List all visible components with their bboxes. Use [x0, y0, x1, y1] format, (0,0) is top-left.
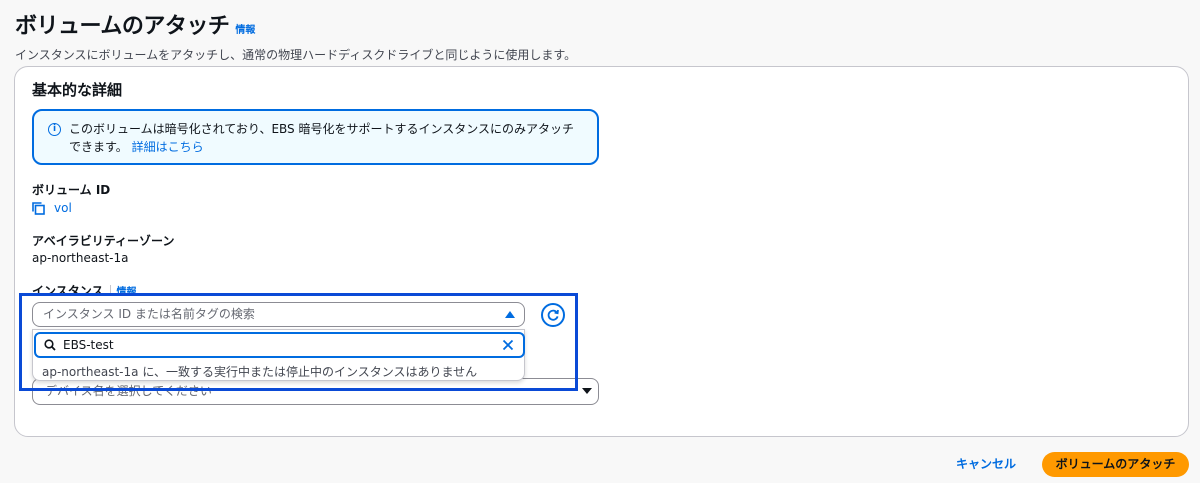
- refresh-icon: [547, 309, 559, 321]
- basic-details-panel: 基本的な詳細 i このボリュームは暗号化されており、EBS 暗号化をサポートする…: [14, 66, 1189, 437]
- instance-label-row: インスタンス 情報: [32, 282, 137, 299]
- search-value: EBS-test: [63, 338, 114, 352]
- volume-id-row: vol: [32, 201, 72, 215]
- refresh-button[interactable]: [541, 303, 565, 327]
- availability-zone-value: ap-northeast-1a: [32, 251, 129, 265]
- cancel-button[interactable]: キャンセル: [956, 455, 1016, 472]
- copy-icon[interactable]: [32, 201, 45, 215]
- attach-volume-button[interactable]: ボリュームのアタッチ: [1042, 452, 1189, 477]
- device-placeholder: デバイス名を選択してください: [45, 384, 212, 398]
- device-name-select[interactable]: デバイス名を選択してください: [32, 378, 599, 405]
- page-header: ボリュームのアタッチ 情報 インスタンスにボリュームをアタッチし、通常の物理ハー…: [15, 8, 576, 63]
- clear-icon[interactable]: [501, 338, 515, 352]
- instance-placeholder: インスタンス ID または名前タグの検索: [43, 307, 255, 321]
- page-title: ボリュームのアタッチ: [15, 14, 230, 39]
- search-icon: [44, 339, 56, 351]
- encryption-alert: i このボリュームは暗号化されており、EBS 暗号化をサポートするインスタンスに…: [32, 109, 599, 165]
- caret-down-icon: [582, 388, 592, 394]
- attach-volume-page: ボリュームのアタッチ 情報 インスタンスにボリュームをアタッチし、通常の物理ハー…: [0, 0, 1200, 483]
- alert-text-block: このボリュームは暗号化されており、EBS 暗号化をサポートするインスタンスにのみ…: [69, 120, 585, 163]
- caret-up-icon: [505, 311, 515, 318]
- learn-more-link[interactable]: 詳細はこちら: [132, 140, 204, 154]
- label-divider: [109, 285, 111, 296]
- instance-label: インスタンス: [32, 284, 104, 298]
- page-description: インスタンスにボリュームをアタッチし、通常の物理ハードディスクドライブと同じよう…: [15, 48, 577, 62]
- instance-search-input[interactable]: EBS-test: [34, 332, 525, 358]
- volume-id-value: vol: [54, 201, 72, 215]
- title-row: ボリュームのアタッチ 情報: [15, 8, 576, 40]
- instance-select[interactable]: インスタンス ID または名前タグの検索: [32, 302, 525, 327]
- availability-zone-label: アベイラビリティーゾーン: [32, 234, 175, 248]
- header-info-link[interactable]: 情報: [235, 21, 255, 36]
- instance-dropdown: EBS-test ap-northeast-1a に、一致する実行中または停止中…: [32, 329, 525, 381]
- section-title: 基本的な詳細: [32, 81, 123, 99]
- instance-info-link[interactable]: 情報: [117, 283, 137, 298]
- volume-id-label: ボリューム ID: [32, 183, 111, 197]
- info-icon: i: [48, 123, 61, 136]
- no-match-message: ap-northeast-1a に、一致する実行中または停止中のインスタンスはあ…: [42, 365, 478, 379]
